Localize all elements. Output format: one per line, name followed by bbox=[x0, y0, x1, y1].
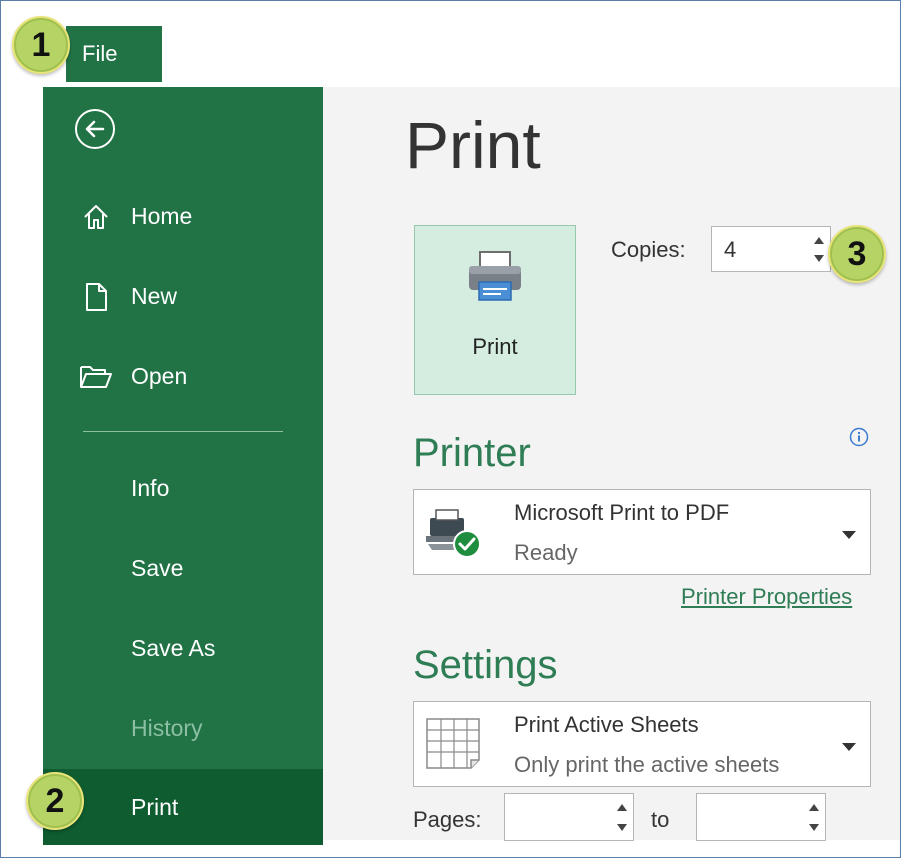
open-folder-icon bbox=[79, 362, 113, 392]
pages-label: Pages: bbox=[413, 807, 482, 832]
sidebar-item-label: Home bbox=[131, 202, 193, 229]
print-button[interactable]: Print bbox=[414, 225, 576, 395]
print-scope-dropdown[interactable]: Print Active Sheets Only print the activ… bbox=[413, 701, 871, 787]
copies-label: Copies: bbox=[611, 237, 686, 262]
sidebar-item-label: New bbox=[131, 282, 178, 309]
copies-input[interactable]: 4 bbox=[711, 226, 831, 272]
sidebar-item-print[interactable]: Print bbox=[43, 769, 323, 845]
sidebar-item-save[interactable]: Save bbox=[43, 540, 323, 596]
print-pane: Print Print Copies: 4 Printer Microsoft … bbox=[323, 87, 900, 841]
spin-up-icon[interactable] bbox=[807, 800, 821, 814]
sidebar-item-label: Save bbox=[131, 554, 184, 581]
settings-heading: Settings bbox=[413, 643, 558, 687]
spin-down-icon[interactable] bbox=[615, 820, 629, 834]
pages-to-input[interactable] bbox=[696, 793, 826, 841]
printer-status: Ready bbox=[514, 540, 578, 565]
sidebar-item-history: History bbox=[43, 700, 323, 756]
home-icon bbox=[79, 202, 113, 232]
backstage-sidebar: Home New Open Info Save Save As History … bbox=[43, 87, 323, 845]
file-tab-label: File bbox=[82, 41, 118, 66]
sidebar-item-label: Info bbox=[131, 474, 170, 501]
to-label: to bbox=[651, 807, 670, 832]
step-badge-1: 1 bbox=[12, 16, 70, 74]
printer-name: Microsoft Print to PDF bbox=[514, 500, 730, 525]
back-button[interactable] bbox=[75, 109, 115, 149]
printer-properties-link[interactable]: Printer Properties bbox=[681, 584, 852, 610]
copies-value: 4 bbox=[724, 237, 737, 262]
sidebar-item-open[interactable]: Open bbox=[43, 348, 323, 404]
dropdown-arrow-icon bbox=[842, 738, 856, 756]
print-button-label: Print bbox=[472, 334, 518, 359]
sidebar-item-info[interactable]: Info bbox=[43, 460, 323, 516]
dropdown-arrow-icon bbox=[842, 526, 856, 544]
print-scope-description: Only print the active sheets bbox=[514, 752, 780, 777]
spin-down-icon[interactable] bbox=[812, 251, 826, 265]
spin-up-icon[interactable] bbox=[615, 800, 629, 814]
pages-from-input[interactable] bbox=[504, 793, 634, 841]
sidebar-item-label: Print bbox=[131, 793, 179, 820]
step-badge-2: 2 bbox=[26, 772, 84, 830]
sidebar-divider bbox=[83, 431, 283, 432]
printer-ready-icon bbox=[424, 504, 484, 565]
file-tab[interactable]: File bbox=[66, 26, 162, 82]
spin-up-icon[interactable] bbox=[812, 233, 826, 247]
printer-icon bbox=[465, 248, 525, 309]
sidebar-item-home[interactable]: Home bbox=[43, 188, 323, 244]
printer-dropdown[interactable]: Microsoft Print to PDF Ready bbox=[413, 489, 871, 575]
sidebar-item-new[interactable]: New bbox=[43, 268, 323, 324]
info-icon[interactable] bbox=[849, 427, 869, 452]
page-title: Print bbox=[405, 108, 541, 182]
sidebar-item-label: Open bbox=[131, 362, 188, 389]
worksheet-grid-icon bbox=[424, 716, 482, 777]
step-badge-3: 3 bbox=[828, 225, 886, 283]
spin-down-icon[interactable] bbox=[807, 820, 821, 834]
new-document-icon bbox=[79, 282, 113, 312]
printer-heading: Printer bbox=[413, 431, 531, 475]
sidebar-item-label: History bbox=[131, 714, 203, 741]
sidebar-item-label: Save As bbox=[131, 634, 216, 661]
sidebar-item-save-as[interactable]: Save As bbox=[43, 620, 323, 676]
print-scope-title: Print Active Sheets bbox=[514, 712, 699, 737]
back-arrow-icon bbox=[85, 120, 105, 138]
